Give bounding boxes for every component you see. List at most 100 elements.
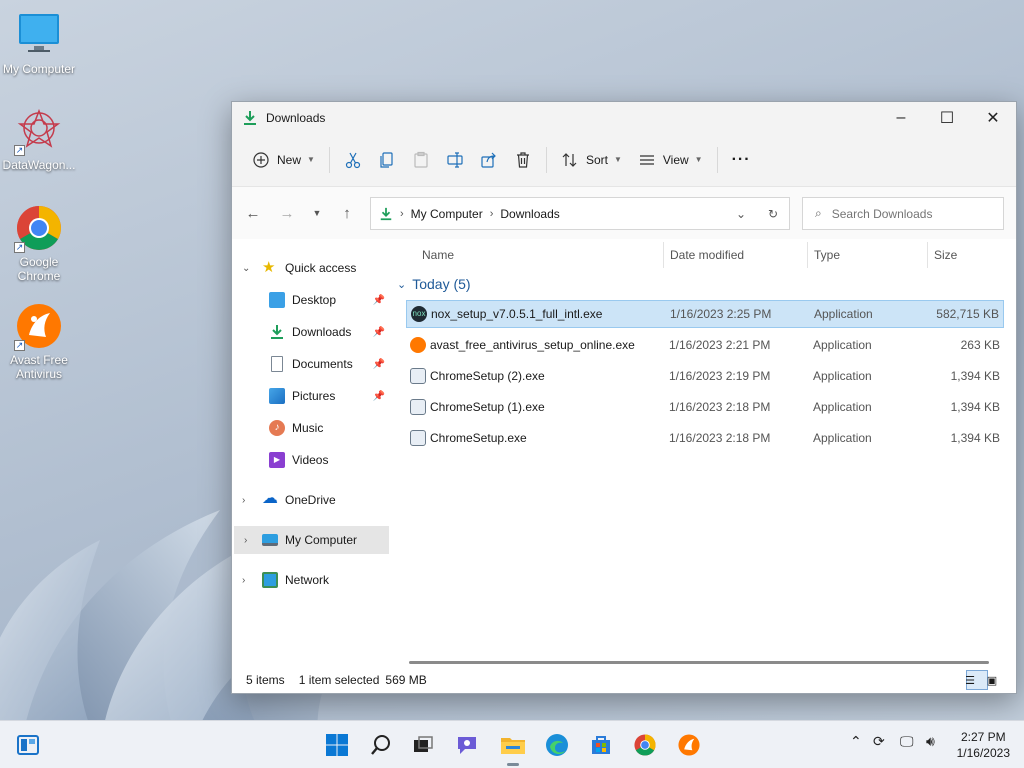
refresh-button[interactable]: ↻ bbox=[757, 207, 789, 221]
nav-videos[interactable]: ▶ Videos bbox=[269, 446, 389, 474]
close-button[interactable]: ✕ bbox=[970, 103, 1016, 133]
column-divider[interactable] bbox=[663, 242, 664, 268]
file-row[interactable]: ChromeSetup (2).exe 1/16/2023 2:19 PM Ap… bbox=[406, 362, 1004, 390]
delete-button[interactable] bbox=[506, 144, 540, 176]
rename-button[interactable] bbox=[438, 144, 472, 176]
cloud-icon: ☁ bbox=[262, 490, 278, 507]
search-button[interactable] bbox=[365, 729, 397, 761]
nav-network[interactable]: › Network bbox=[232, 566, 389, 594]
chevron-down-icon: ▼ bbox=[694, 155, 703, 164]
file-row[interactable]: avast_free_antivirus_setup_online.exe 1/… bbox=[406, 331, 1004, 359]
desktop-icon-label: Google Chrome bbox=[17, 255, 61, 283]
paste-button[interactable] bbox=[404, 144, 438, 176]
maximize-button[interactable]: ☐ bbox=[924, 103, 970, 133]
title-bar[interactable]: Downloads – ☐ ✕ bbox=[232, 102, 1016, 133]
search-box[interactable]: ⌕ bbox=[802, 197, 1004, 230]
file-explorer-taskbar-button[interactable] bbox=[497, 729, 529, 766]
nav-pictures[interactable]: Pictures 📌 bbox=[269, 382, 389, 410]
shortcut-arrow-icon: ↗ bbox=[14, 242, 25, 253]
back-button[interactable]: ← bbox=[236, 198, 270, 228]
desktop-icon-datawagon[interactable]: ↗ DataWagon... bbox=[0, 106, 78, 172]
store-button[interactable] bbox=[585, 729, 617, 761]
plus-circle-icon bbox=[253, 151, 269, 168]
breadcrumb-my-computer[interactable]: My Computer bbox=[411, 207, 483, 221]
arrow-right-icon: → bbox=[279, 204, 295, 222]
address-history-button[interactable]: ⌄ bbox=[725, 207, 757, 221]
sync-tray-icon[interactable]: ⟳ bbox=[873, 733, 885, 750]
copy-button[interactable] bbox=[370, 144, 404, 176]
desktop-folder-icon bbox=[269, 292, 285, 308]
recent-locations-button[interactable]: ▼ bbox=[304, 198, 330, 228]
new-button[interactable]: New ▼ bbox=[244, 144, 323, 176]
windows-logo-icon bbox=[326, 734, 348, 756]
cut-button[interactable] bbox=[336, 144, 370, 176]
forward-button[interactable]: → bbox=[270, 198, 304, 228]
network-status-icon: 🖵 bbox=[900, 733, 914, 749]
column-divider[interactable] bbox=[927, 242, 928, 268]
network-tray-icon[interactable]: 🖵 bbox=[900, 733, 914, 750]
column-header-name[interactable]: Name bbox=[422, 238, 454, 272]
group-label: Today (5) bbox=[412, 276, 471, 292]
chat-button[interactable] bbox=[451, 729, 483, 761]
desktop-icon-avast[interactable]: ↗ Avast Free Antivirus bbox=[0, 301, 78, 381]
share-button[interactable] bbox=[472, 144, 506, 176]
arrow-left-icon: ← bbox=[245, 204, 261, 222]
file-row[interactable]: ChromeSetup (1).exe 1/16/2023 2:18 PM Ap… bbox=[406, 393, 1004, 421]
shortcut-arrow-icon: ↗ bbox=[14, 340, 25, 351]
view-button[interactable]: View ▼ bbox=[630, 144, 711, 176]
minimize-button[interactable]: – bbox=[878, 103, 924, 133]
file-row[interactable]: nox nox_setup_v7.0.5.1_full_intl.exe 1/1… bbox=[406, 300, 1004, 328]
file-size: 1,394 KB bbox=[950, 431, 1000, 445]
task-view-button[interactable] bbox=[407, 729, 439, 761]
avast-taskbar-button[interactable] bbox=[673, 729, 705, 761]
nav-my-computer[interactable]: › My Computer bbox=[234, 526, 389, 554]
more-options-button[interactable]: ··· bbox=[724, 144, 759, 176]
address-bar[interactable]: › My Computer › Downloads ⌄ ↻ bbox=[370, 197, 790, 230]
nav-downloads[interactable]: Downloads 📌 bbox=[269, 318, 389, 346]
file-size: 1,394 KB bbox=[950, 400, 1000, 414]
nav-onedrive[interactable]: › ☁ OneDrive bbox=[232, 486, 389, 514]
chrome-taskbar-button[interactable] bbox=[629, 729, 661, 761]
edge-button[interactable] bbox=[541, 729, 573, 761]
up-button[interactable]: ↑ bbox=[330, 198, 364, 228]
file-row[interactable]: ChromeSetup.exe 1/16/2023 2:18 PM Applic… bbox=[406, 424, 1004, 452]
nav-quick-access[interactable]: ⌄ ★ Quick access bbox=[232, 254, 389, 282]
nav-documents[interactable]: Documents 📌 bbox=[269, 350, 389, 378]
details-view-button[interactable]: ☰ bbox=[965, 670, 988, 690]
installer-icon bbox=[410, 430, 426, 446]
column-header-size[interactable]: Size bbox=[934, 238, 957, 272]
volume-tray-icon[interactable]: 🔊︎ bbox=[926, 733, 935, 750]
list-icon: ☰ bbox=[965, 674, 975, 687]
file-date: 1/16/2023 2:19 PM bbox=[669, 369, 771, 383]
sort-button[interactable]: Sort ▼ bbox=[553, 144, 630, 176]
document-icon bbox=[271, 356, 283, 372]
file-type: Application bbox=[813, 431, 872, 445]
group-header-today[interactable]: ⌄ Today (5) bbox=[397, 276, 471, 292]
search-icon bbox=[371, 735, 390, 755]
column-header-date[interactable]: Date modified bbox=[670, 238, 744, 272]
tiles-icon: ▣ bbox=[986, 674, 998, 687]
widgets-button[interactable] bbox=[12, 729, 44, 761]
desktop-icon-label: Avast Free Antivirus bbox=[10, 353, 68, 381]
search-input[interactable] bbox=[831, 206, 982, 221]
desktop-icon-my-computer[interactable]: My Computer bbox=[0, 10, 78, 76]
nav-desktop[interactable]: Desktop 📌 bbox=[269, 286, 389, 314]
file-name: ChromeSetup (1).exe bbox=[430, 400, 545, 414]
downloads-icon bbox=[380, 207, 392, 220]
show-hidden-icons-button[interactable]: ⌃ bbox=[850, 733, 862, 750]
widgets-icon bbox=[17, 735, 39, 755]
clock[interactable]: 2:27 PM 1/16/2023 bbox=[957, 729, 1010, 761]
nav-music[interactable]: ♪ Music bbox=[269, 414, 389, 442]
column-header-type[interactable]: Type bbox=[814, 238, 840, 272]
tiles-view-button[interactable]: ▣ bbox=[986, 670, 1010, 690]
shortcut-arrow-icon: ↗ bbox=[14, 145, 25, 156]
desktop-icon-chrome[interactable]: ↗ Google Chrome bbox=[0, 203, 78, 283]
column-divider[interactable] bbox=[807, 242, 808, 268]
horizontal-scrollbar[interactable] bbox=[409, 661, 989, 664]
copy-icon bbox=[380, 151, 393, 168]
navigation-pane: ⌄ ★ Quick access Desktop 📌 Downloads 📌 D… bbox=[232, 238, 389, 668]
toolbar-divider bbox=[328, 146, 330, 173]
start-button[interactable] bbox=[321, 729, 353, 761]
file-date: 1/16/2023 2:18 PM bbox=[669, 400, 771, 414]
breadcrumb-downloads[interactable]: Downloads bbox=[500, 207, 559, 221]
